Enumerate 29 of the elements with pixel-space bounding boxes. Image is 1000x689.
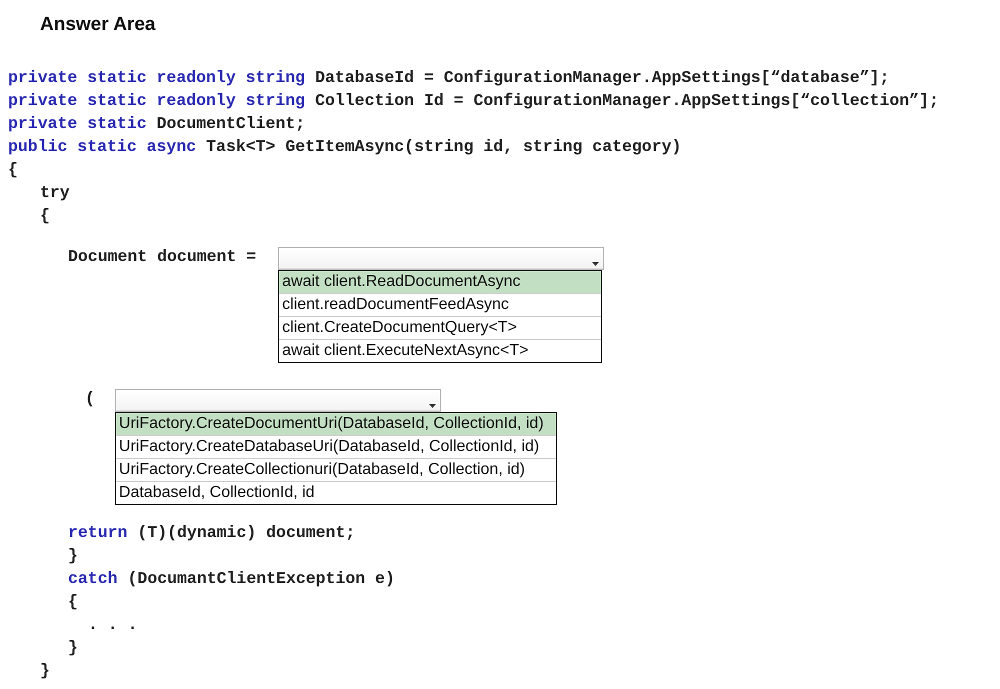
code-text: {: [68, 592, 78, 611]
code-text: DatabaseId = ConfigurationManager.AppSettings[“database”];: [315, 68, 890, 87]
code-keyword: private static: [8, 114, 147, 133]
code-text: . . .: [88, 615, 138, 634]
code-text: DocumentClient;: [156, 114, 306, 133]
code-text: (DocumantClientException e): [128, 569, 395, 588]
code-text: }: [68, 546, 78, 565]
code-keyword: public static async: [8, 137, 196, 156]
caret-icon: [428, 404, 436, 408]
code-keyword: catch: [68, 569, 118, 588]
dropdown-option[interactable]: await client.ReadDocumentAsync: [279, 271, 602, 293]
code-text: (T)(dynamic) document;: [137, 523, 356, 542]
caret-icon: [592, 262, 600, 266]
answer-area-title: Answer Area: [40, 14, 156, 36]
code-text: }: [40, 661, 50, 680]
code-text: {: [40, 206, 50, 225]
code-text: }: [68, 638, 78, 657]
code-text: Task<T> GetItemAsync(string id, string category): [206, 137, 682, 156]
dropdown-field[interactable]: [114, 389, 441, 412]
code-text: (: [85, 389, 95, 409]
code-text: Collection Id = ConfigurationManager.AppSettings[“collection”];: [315, 91, 939, 110]
code-text: try: [40, 183, 70, 202]
code-text: Document document =: [68, 247, 256, 267]
code-keyword: private static readonly string: [8, 91, 306, 110]
code-keyword: return: [68, 523, 128, 542]
code-text: {: [8, 160, 18, 179]
dropdown-field[interactable]: [278, 247, 604, 270]
code-keyword: private static readonly string: [8, 68, 306, 87]
dropdown-option[interactable]: UriFactory.CreateDocumentUri(DatabaseId, CollectionId, id): [116, 413, 556, 435]
